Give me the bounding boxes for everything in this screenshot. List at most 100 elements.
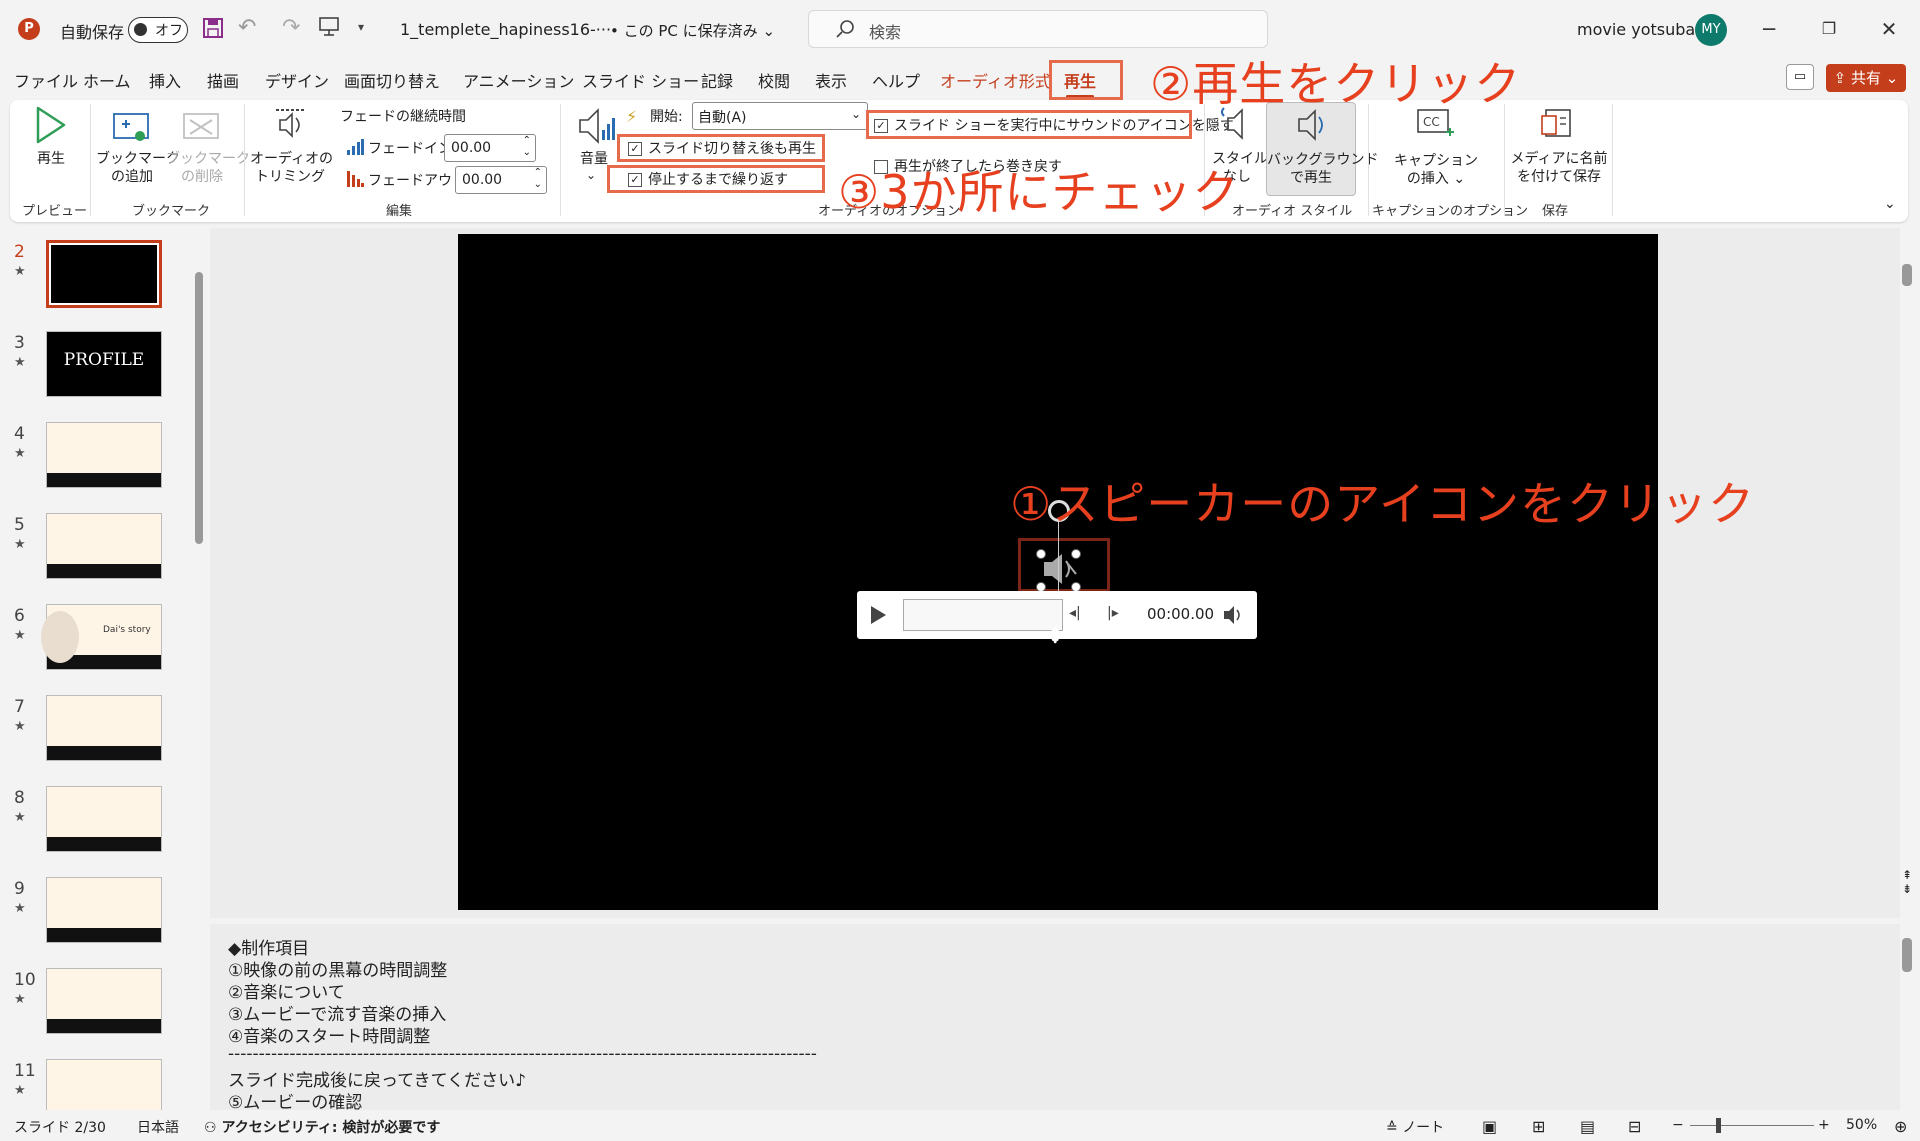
slide-thumbnail[interactable] [46,786,162,852]
search-input[interactable]: 検索 [808,10,1268,48]
save-media-icon[interactable] [1538,106,1576,142]
save-media-as-button[interactable]: メディアに名前 を付けて保存 [1510,150,1608,186]
tab-animations[interactable]: アニメーション [463,68,574,92]
tab-audio-format[interactable]: オーディオ形式 [940,68,1051,92]
zoom-in-icon[interactable]: + [1818,1117,1830,1133]
fade-out-input[interactable]: 00.00 ⌃ ⌄ [455,166,547,194]
fade-in-input[interactable]: 00.00 ⌃ ⌄ [444,134,536,162]
slide-thumbnail[interactable] [46,513,162,579]
add-bookmark-button[interactable]: ブックマーク の追加 [96,150,180,186]
slide-thumbnail[interactable] [46,695,162,761]
accessibility-icon: ⚇ [204,1120,217,1136]
language-indicator[interactable]: 日本語 [137,1117,179,1137]
start-select[interactable]: 自動(A) ⌄ [692,102,868,130]
animation-star-icon: ★ [14,628,26,643]
redo-icon[interactable]: ↷ [282,15,300,40]
slide-thumbnail[interactable]: PROFILE [46,331,162,397]
thumbnail-number: 3 [14,333,25,353]
tab-design[interactable]: デザイン [265,68,329,92]
play-in-background-button[interactable]: バックグラウンド で再生 [1266,102,1378,196]
animation-star-icon: ★ [14,992,26,1007]
save-status[interactable]: • この PC に保存済み ⌄ [610,20,775,41]
selection-line [1058,522,1059,602]
thumbnail-number: 8 [14,788,25,808]
autosave-toggle[interactable]: オフ [128,17,188,43]
notes-toggle-button[interactable]: ≙ ノート [1386,1117,1444,1137]
thumbnail-number: 7 [14,697,25,717]
tab-review[interactable]: 校閲 [758,68,790,92]
normal-view-icon[interactable]: ▣ [1482,1117,1497,1136]
slide-counter[interactable]: スライド 2/30 [14,1117,106,1137]
zoom-out-icon[interactable]: − [1672,1117,1684,1133]
tab-insert[interactable]: 挿入 [149,68,181,92]
player-progress-bar[interactable] [903,599,1063,631]
notes-pane[interactable]: ◆制作項目 ①映像の前の黒幕の時間調整 ②音楽について ③ムービーで流す音楽の挿入 ④音… [210,924,1900,1113]
zoom-level[interactable]: 50% [1846,1117,1877,1133]
tab-record[interactable]: 記録 [701,68,733,92]
separator [90,104,91,216]
accessibility-status[interactable]: ⚇ アクセシビリティ: 検討が必要です [204,1117,440,1137]
animation-star-icon: ★ [14,355,26,370]
annotation-step2: ②再生をクリック [1150,57,1522,111]
comments-icon[interactable]: ▭ [1786,64,1814,90]
close-icon[interactable]: ✕ [1866,12,1912,46]
thumbnail-number: 9 [14,879,25,899]
save-icon[interactable] [202,17,224,39]
volume-icon[interactable] [576,106,616,146]
slide-thumbnail[interactable] [46,422,162,488]
resize-handle[interactable] [1036,549,1046,559]
slide-thumbnail[interactable] [46,240,162,308]
trim-audio-icon[interactable] [272,106,308,142]
tab-help[interactable]: ヘルプ [872,68,920,92]
resize-handle[interactable] [1071,549,1081,559]
group-edit: 編集 [386,204,413,219]
tab-view[interactable]: 表示 [815,68,847,92]
play-icon[interactable] [34,106,66,144]
annotation-box-loop [607,165,825,193]
annotation-box-play-across-slides [617,134,825,162]
avatar[interactable]: MY [1695,14,1727,46]
group-audio-style: オーディオ スタイル [1232,204,1353,219]
present-icon[interactable] [318,15,340,37]
canvas-scrollbar[interactable]: ⇞ ⇟ [1902,228,1912,918]
restore-icon[interactable]: ❐ [1806,12,1852,46]
start-icon: ⚡ [626,107,638,126]
tab-slideshow[interactable]: スライド ショー [582,68,699,92]
reading-view-icon[interactable]: ▤ [1580,1117,1595,1136]
skip-back-icon[interactable]: ◂| [1069,605,1081,621]
tab-draw[interactable]: 描画 [207,68,239,92]
animation-star-icon: ★ [14,264,26,279]
tab-transitions[interactable]: 画面切り替え [344,68,440,92]
user-name: movie yotsuba [1577,20,1696,39]
slideshow-view-icon[interactable]: ⊟ [1628,1117,1641,1136]
notes-scrollbar[interactable] [1902,924,1912,1110]
move-handle-icon[interactable]: ✥ [1046,624,1064,649]
thumbnail-number: 6 [14,606,25,626]
slide-thumbnail[interactable] [46,968,162,1034]
thumbnails-scrollbar[interactable] [195,228,203,1108]
add-bookmark-icon[interactable] [112,110,152,144]
zoom-slider-thumb[interactable] [1716,1118,1721,1133]
slide-thumbnail[interactable]: Dai's story [41,604,162,670]
minimize-icon[interactable]: ─ [1746,12,1792,46]
share-button[interactable]: ⇪ 共有 ⌄ [1826,64,1906,92]
insert-caption-button[interactable]: キャプション の挿入 ⌄ [1394,152,1478,188]
zoom-slider[interactable] [1690,1125,1814,1126]
tab-file[interactable]: ファイル [14,68,78,92]
undo-icon[interactable]: ↶ [238,15,256,40]
volume-dropdown-icon[interactable]: ⌄ [586,168,596,182]
slide-sorter-icon[interactable]: ⊞ [1532,1117,1545,1136]
skip-forward-icon[interactable]: |▸ [1107,605,1119,621]
search-placeholder: 検索 [869,23,902,42]
play-button[interactable]: 再生 [26,150,76,168]
fit-slide-icon[interactable]: ⊕ [1894,1117,1907,1136]
customize-qat-icon[interactable]: ▾ [358,20,364,34]
thumbnail-number: 10 [14,970,36,990]
collapse-ribbon-icon[interactable]: ⌄ [1884,196,1896,212]
trim-audio-button[interactable]: オーディオの トリミング [250,150,333,186]
player-volume-icon[interactable] [1223,605,1245,625]
player-play-icon[interactable] [869,605,887,625]
separator [560,104,561,216]
tab-home[interactable]: ホーム [83,68,131,92]
slide-thumbnail[interactable] [46,877,162,943]
